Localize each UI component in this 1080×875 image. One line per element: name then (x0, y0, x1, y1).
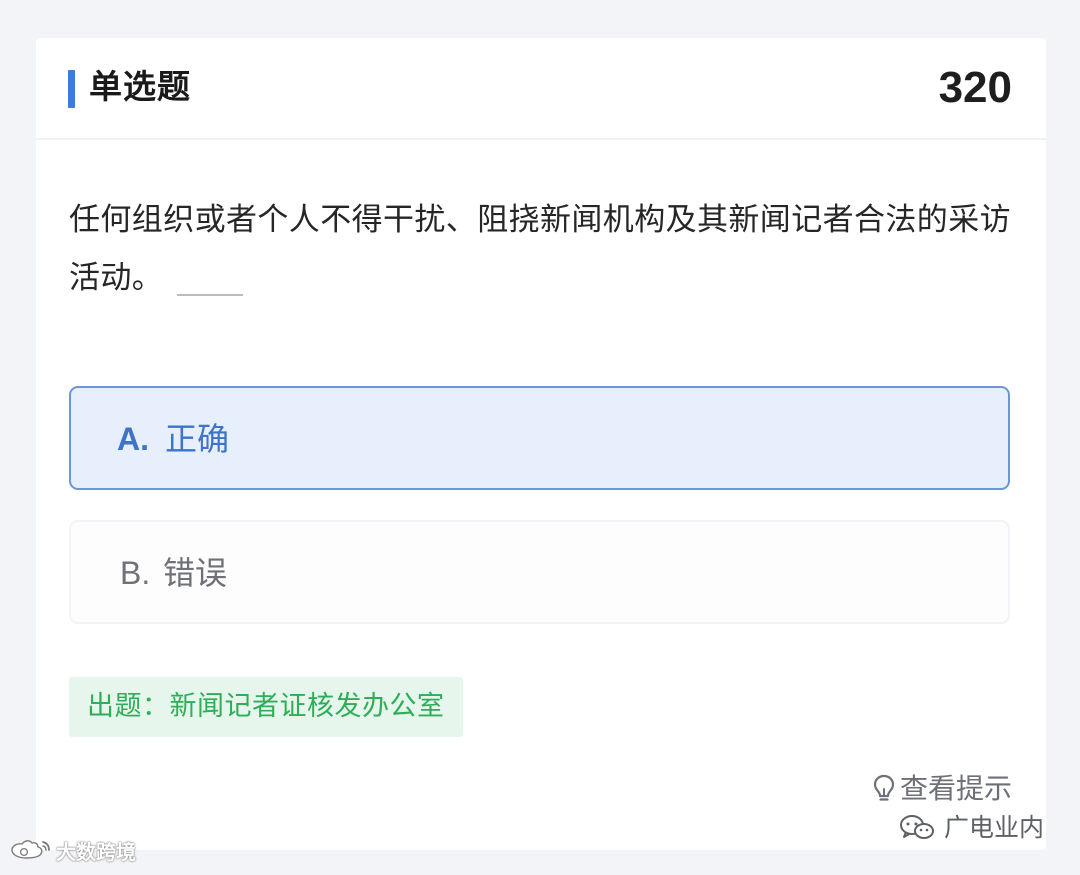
view-hint-button[interactable]: 查看提示 (873, 770, 1012, 808)
accent-bar (68, 70, 75, 108)
option-a[interactable]: A. 正确 (69, 386, 1010, 490)
answer-blank (177, 294, 244, 296)
question-card: 单选题 320 任何组织或者个人不得干扰、阻挠新闻机构及其新闻记者合法的采访活动… (36, 38, 1046, 850)
option-a-letter: A. (117, 421, 149, 457)
question-text-content: 任何组织或者个人不得干扰、阻挠新闻机构及其新闻记者合法的采访活动。 (69, 202, 1011, 296)
weibo-watermark-text: 大数跨境 (56, 840, 136, 864)
lightbulb-icon (873, 774, 895, 804)
wechat-watermark-text: 广电业内 (943, 813, 1044, 842)
question-text: 任何组织或者个人不得干扰、阻挠新闻机构及其新闻记者合法的采访活动。 (69, 191, 1014, 307)
option-b-text: 错误 (163, 554, 228, 592)
option-b[interactable]: B. 错误 (69, 520, 1010, 624)
hint-label: 查看提示 (899, 772, 1012, 805)
weibo-icon (8, 838, 54, 866)
wechat-icon (898, 813, 936, 843)
question-header: 单选题 320 (36, 38, 1046, 140)
question-number: 320 (938, 63, 1012, 112)
question-type-label: 单选题 (89, 67, 191, 106)
question-source-tag: 出题：新闻记者证核发办公室 (69, 677, 463, 737)
option-a-text: 正确 (165, 420, 230, 458)
weibo-watermark: 大数跨境 (8, 838, 136, 866)
option-b-letter: B. (120, 555, 151, 591)
wechat-watermark: 广电业内 (898, 812, 1044, 844)
